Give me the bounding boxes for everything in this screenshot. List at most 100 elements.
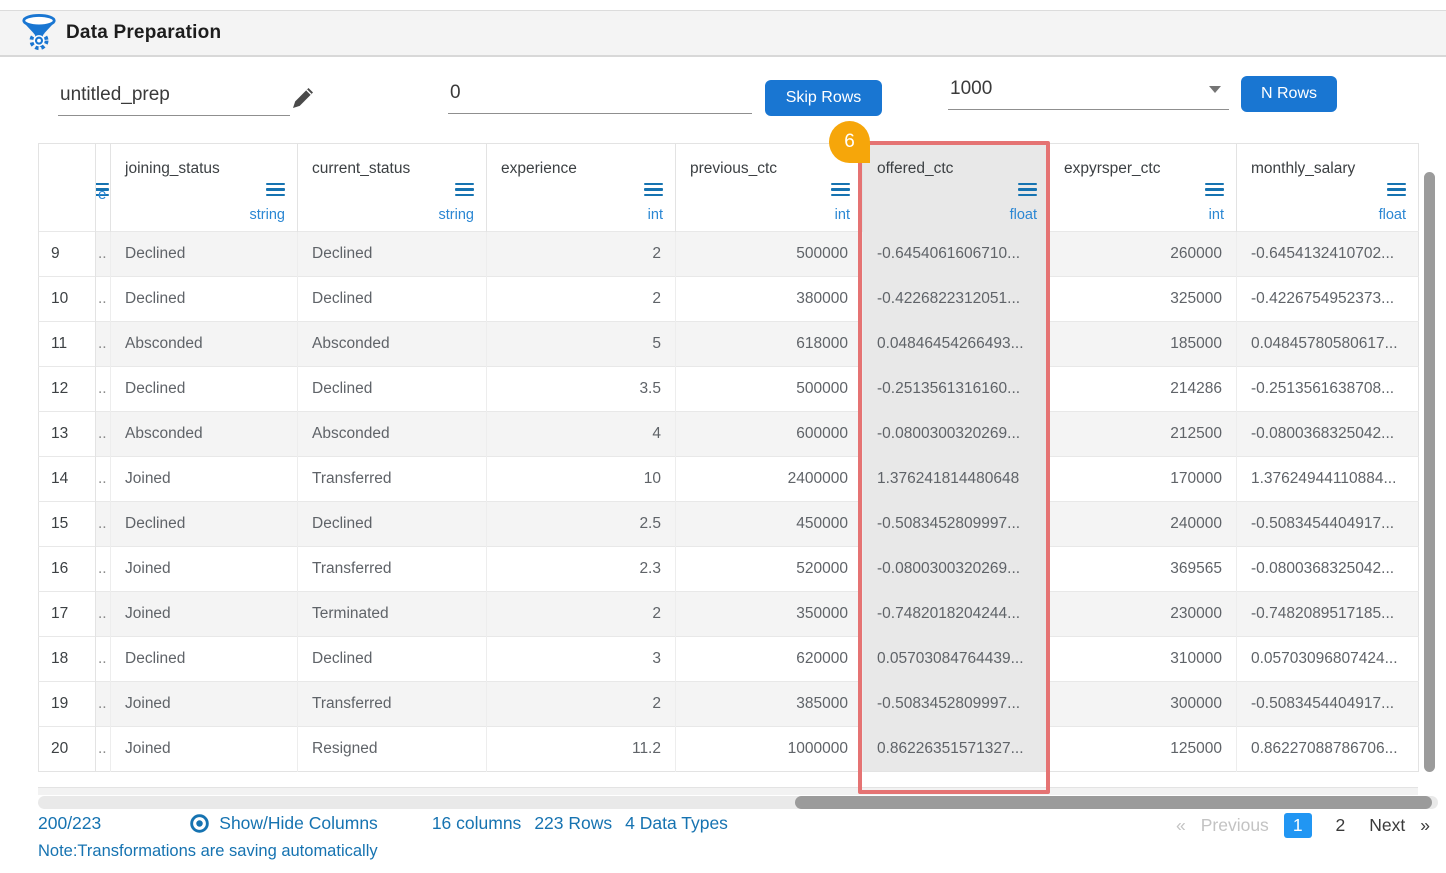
table-cell: 0.86227088786706... <box>1237 727 1419 772</box>
table-cell: 300000 <box>1050 682 1237 727</box>
column-name: expyrsper_ctc <box>1064 160 1160 177</box>
column-header-current_status[interactable]: current_statusstring <box>298 144 487 232</box>
table-cell: .. <box>96 592 111 637</box>
table-cell: .. <box>96 322 111 367</box>
next-page-button[interactable]: Next <box>1369 815 1405 836</box>
truncated-column-header[interactable]: e <box>96 144 111 232</box>
pencil-icon[interactable] <box>291 86 315 110</box>
eye-icon <box>189 813 210 834</box>
table-cell: 3.5 <box>487 367 676 412</box>
table-cell: -0.5083454404917... <box>1237 502 1419 547</box>
table-cell: Joined <box>111 682 298 727</box>
prep-name-input[interactable]: untitled_prep <box>58 80 290 116</box>
row-number-cell: 17 <box>39 592 96 637</box>
columns-count: 16 columns <box>432 813 522 834</box>
horizontal-scrollbar-track[interactable] <box>38 796 1438 809</box>
table-cell: 0.04845780580617... <box>1237 322 1419 367</box>
show-hide-columns-button[interactable]: Show/Hide Columns <box>189 813 378 834</box>
app-header: Data Preparation <box>0 10 1446 57</box>
table-cell: 2 <box>487 232 676 277</box>
column-type-label: float <box>1010 207 1037 223</box>
table-cell: 500000 <box>676 232 863 277</box>
table-cell: 500000 <box>676 367 863 412</box>
table-cell: Declined <box>298 502 487 547</box>
table-footer: 200/223 Show/Hide Columns 16 columns 223… <box>38 813 728 834</box>
skip-rows-input[interactable]: 0 <box>448 78 752 114</box>
table-cell: -0.2513561638708... <box>1237 367 1419 412</box>
column-header-offered_ctc[interactable]: offered_ctcfloat <box>863 144 1050 232</box>
table-cell: 214286 <box>1050 367 1237 412</box>
n-rows-select[interactable]: 1000 <box>948 74 1229 110</box>
table-cell: 260000 <box>1050 232 1237 277</box>
column-menu-icon[interactable] <box>266 183 285 200</box>
table-cell: 11.2 <box>487 727 676 772</box>
table-cell: 2 <box>487 592 676 637</box>
row-number-cell: 20 <box>39 727 96 772</box>
row-number-cell: 18 <box>39 637 96 682</box>
table-cell: .. <box>96 547 111 592</box>
table-cell: 0.04846454266493... <box>863 322 1050 367</box>
column-name: offered_ctc <box>877 160 953 177</box>
row-number-cell: 12 <box>39 367 96 412</box>
table-cell: 0.86226351571327... <box>863 727 1050 772</box>
table-cell: .. <box>96 682 111 727</box>
rows-count: 223 Rows <box>534 813 612 834</box>
column-menu-icon[interactable] <box>831 183 850 200</box>
previous-page-arrow[interactable]: « <box>1176 815 1186 836</box>
annotation-badge: 6 <box>829 121 870 163</box>
vertical-scrollbar-thumb[interactable] <box>1424 172 1435 772</box>
table-cell: Transferred <box>298 457 487 502</box>
table-cell: Absconded <box>111 412 298 457</box>
table-cell: 310000 <box>1050 637 1237 682</box>
table-cell: -0.6454061606710... <box>863 232 1050 277</box>
column-menu-icon[interactable] <box>1018 183 1037 200</box>
column-type-label: string <box>439 207 474 223</box>
table-cell: .. <box>96 367 111 412</box>
table-cell: -0.0800368325042... <box>1237 547 1419 592</box>
table-cell: -0.5083454404917... <box>1237 682 1419 727</box>
column-header-joining_status[interactable]: joining_statusstring <box>111 144 298 232</box>
table-cell: Absconded <box>298 322 487 367</box>
table-cell: Terminated <box>298 592 487 637</box>
table-cell: Declined <box>298 277 487 322</box>
table-cell: Declined <box>111 367 298 412</box>
table-cell: Joined <box>111 457 298 502</box>
column-header-expyrsper_ctc[interactable]: expyrsper_ctcint <box>1050 144 1237 232</box>
table-cell: 2.5 <box>487 502 676 547</box>
horizontal-scrollbar-thumb[interactable] <box>795 796 1432 809</box>
column-menu-icon[interactable] <box>1387 183 1406 200</box>
column-name: experience <box>501 160 577 177</box>
n-rows-button[interactable]: N Rows <box>1241 76 1337 112</box>
skip-rows-button[interactable]: Skip Rows <box>765 80 882 116</box>
previous-page-button[interactable]: Previous <box>1201 815 1269 836</box>
column-menu-icon[interactable] <box>455 183 474 200</box>
table-header-row: ejoining_statusstringcurrent_statusstrin… <box>39 144 1419 232</box>
next-page-arrow[interactable]: » <box>1420 815 1430 836</box>
column-type-label: int <box>648 207 663 223</box>
table-row: 19..JoinedTransferred2385000-0.508345280… <box>39 682 1419 727</box>
column-type-label: int <box>1209 207 1224 223</box>
table-cell: 5 <box>487 322 676 367</box>
table-cell: .. <box>96 637 111 682</box>
column-name: current_status <box>312 160 410 177</box>
column-header-monthly_salary[interactable]: monthly_salaryfloat <box>1237 144 1419 232</box>
page-button-1[interactable]: 1 <box>1284 813 1312 838</box>
table-cell: -0.7482089517185... <box>1237 592 1419 637</box>
table-cell: 240000 <box>1050 502 1237 547</box>
table-cell: 125000 <box>1050 727 1237 772</box>
table-row: 14..JoinedTransferred1024000001.37624181… <box>39 457 1419 502</box>
table-cell: Declined <box>298 367 487 412</box>
table-cell: Absconded <box>111 322 298 367</box>
table-row: 9..DeclinedDeclined2500000-0.64540616067… <box>39 232 1419 277</box>
table-cell: .. <box>96 457 111 502</box>
page-button-2[interactable]: 2 <box>1327 813 1355 838</box>
row-number-cell: 10 <box>39 277 96 322</box>
table-cell: -0.0800368325042... <box>1237 412 1419 457</box>
column-menu-icon[interactable] <box>644 183 663 200</box>
table-cell: 230000 <box>1050 592 1237 637</box>
row-number-header <box>39 144 96 232</box>
column-header-experience[interactable]: experience int <box>487 144 676 232</box>
table-cell: -0.0800300320269... <box>863 547 1050 592</box>
column-menu-icon[interactable] <box>1205 183 1224 200</box>
table-cell: 212500 <box>1050 412 1237 457</box>
